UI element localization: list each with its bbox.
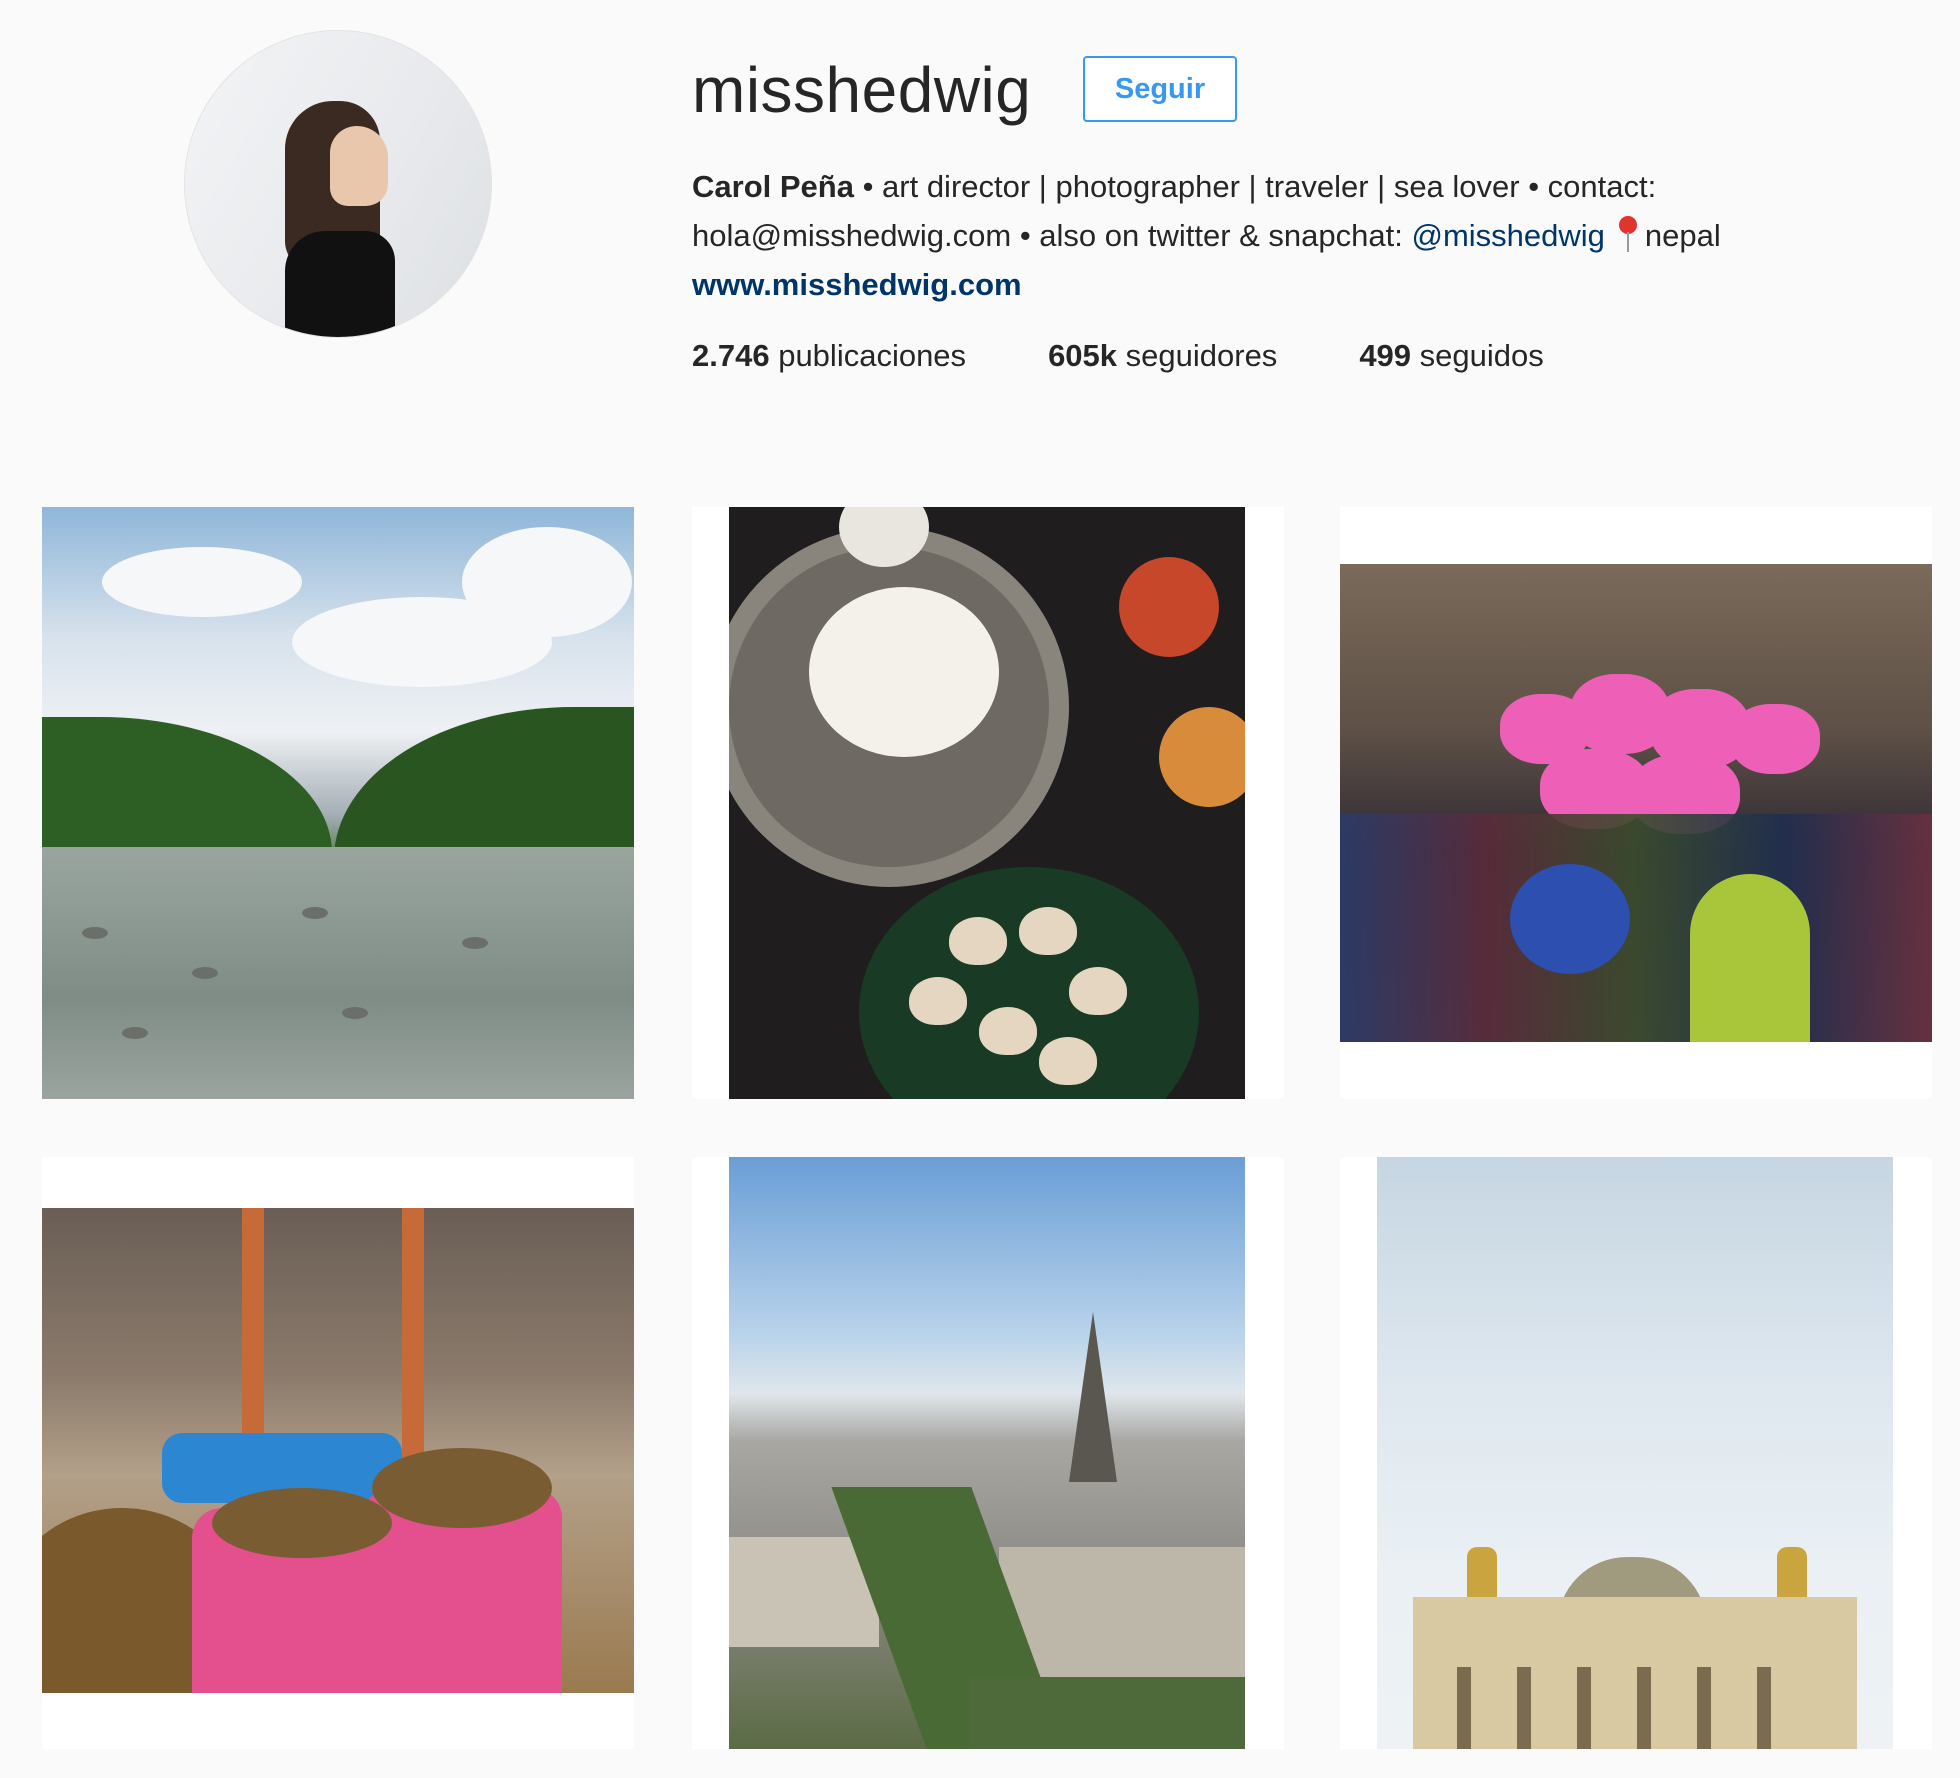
stat-posts-label: publicaciones	[778, 338, 967, 373]
post-thumbnail-paris[interactable]	[729, 1157, 1245, 1749]
stat-posts[interactable]: 2.746 publicaciones	[692, 338, 966, 374]
website-link[interactable]: www.misshedwig.com	[692, 267, 1022, 302]
profile-bio: Carol Peña • art director | photographer…	[692, 162, 1872, 309]
profile-avatar[interactable]	[184, 30, 492, 338]
profile-stats: 2.746 publicaciones 605k seguidores 499 …	[692, 338, 1626, 374]
post-thumbnail-opera[interactable]	[1377, 1157, 1893, 1749]
follow-button[interactable]: Seguir	[1083, 56, 1237, 122]
bio-line-2: hola@misshedwig.com • also on twitter & …	[692, 211, 1872, 260]
post-thumbnail-market[interactable]	[1340, 564, 1932, 1042]
post-thumbnail-food[interactable]	[729, 507, 1245, 1099]
stat-posts-count: 2.746	[692, 338, 770, 373]
bio-text-2: hola@misshedwig.com • also on twitter & …	[692, 218, 1412, 253]
bio-line-1: Carol Peña • art director | photographer…	[692, 162, 1872, 211]
stat-followers[interactable]: 605k seguidores	[1048, 338, 1277, 374]
stat-followers-count: 605k	[1048, 338, 1118, 373]
stat-followers-label: seguidores	[1125, 338, 1278, 373]
post-thumbnail-river[interactable]	[42, 507, 634, 1099]
bio-line-3: www.misshedwig.com	[692, 260, 1872, 309]
stat-following-count: 499	[1359, 338, 1412, 373]
profile-full-name: Carol Peña	[692, 169, 854, 204]
stat-following[interactable]: 499 seguidos	[1359, 338, 1543, 374]
stat-following-label: seguidos	[1419, 338, 1544, 373]
bio-mention-link[interactable]: @misshedwig	[1411, 218, 1604, 253]
profile-username: misshedwig	[692, 54, 1032, 126]
bio-text-1: • art director | photographer | traveler…	[853, 169, 1657, 204]
post-thumbnail-spices[interactable]	[42, 1208, 634, 1693]
bio-location: nepal	[1644, 218, 1721, 253]
location-pin-icon	[1617, 216, 1639, 252]
